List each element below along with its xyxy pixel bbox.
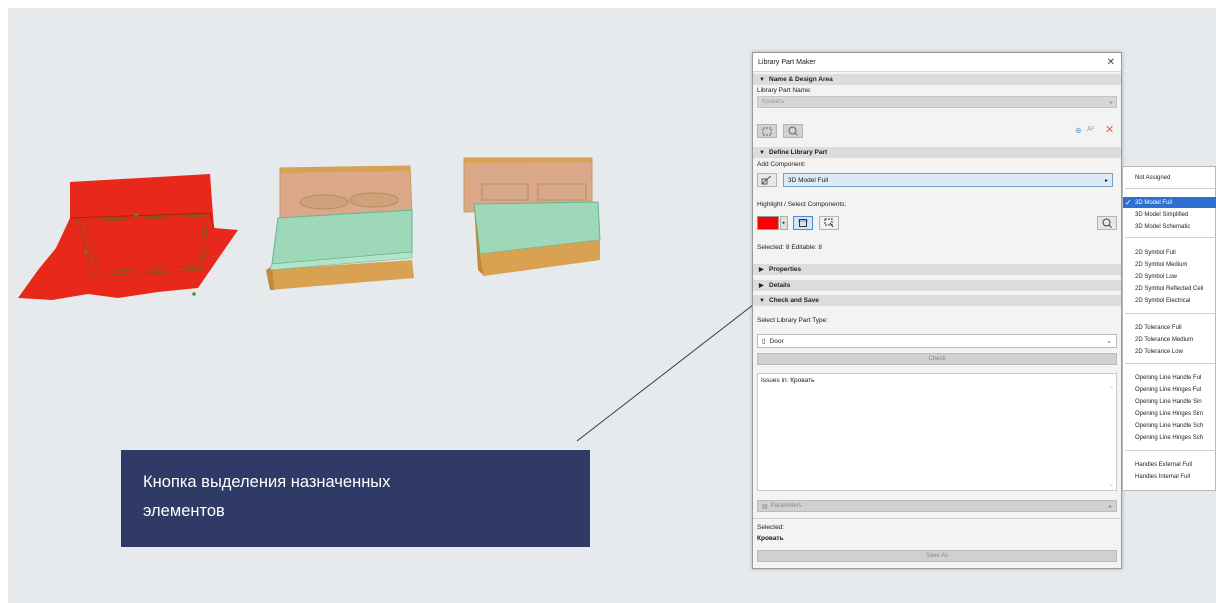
bed-blocks-model[interactable]	[463, 157, 601, 276]
dropdown-item[interactable]: 2D Symbol Low	[1123, 271, 1216, 282]
color-dropdown-arrow[interactable]: ▸	[780, 216, 788, 230]
dropdown-item[interactable]: 2D Symbol Full	[1123, 247, 1216, 258]
library-part-type-value: Door	[769, 337, 784, 345]
parameters-icon: ▤	[762, 503, 768, 510]
callout-line-1: Кнопка выделения назначенных	[143, 473, 391, 491]
issues-text: Issues in: Кровать	[761, 377, 815, 384]
checkmark-icon: ✓	[1125, 198, 1132, 207]
dropdown-item[interactable]: 2D Symbol Reflected Ceil	[1123, 283, 1216, 294]
section-check-save[interactable]: ▼ Check and Save	[753, 295, 1121, 306]
chevron-down-icon: ▼	[759, 149, 765, 156]
component-select-value: 3D Model Full	[788, 176, 829, 184]
pick-tool-icon	[761, 175, 772, 185]
dropdown-item[interactable]: Opening Line Handle Ful	[1123, 372, 1216, 383]
section-details-label: Details	[769, 282, 791, 289]
parameters-button[interactable]: ▤ Parameters ▸	[757, 500, 1117, 512]
dropdown-item[interactable]: Handles Internal Full	[1123, 471, 1216, 482]
section-define[interactable]: ▼ Define Library Part	[753, 147, 1121, 158]
cursor-select-icon	[824, 218, 834, 228]
scroll-up-icon[interactable]: ⌃	[1109, 386, 1114, 393]
dropdown-item[interactable]: 2D Tolerance Medium	[1123, 334, 1216, 345]
bed-red-model[interactable]	[18, 174, 238, 300]
save-as-button[interactable]: Save As	[757, 550, 1117, 562]
select-type-label: Select Library Part Type:	[757, 317, 829, 324]
dialog-titlebar: Library Part Maker ✕	[753, 53, 1121, 72]
callout-line-2: элементов	[143, 502, 225, 520]
selection-frame-icon	[798, 219, 808, 227]
library-part-maker-dialog: Library Part Maker ✕ ▼ Name & Design Are…	[752, 52, 1122, 569]
separator	[1125, 363, 1216, 364]
dropdown-item-label: 3D Model Full	[1135, 199, 1173, 206]
add-component-tool-button[interactable]	[757, 173, 777, 187]
component-dropdown-list[interactable]: Not Assigned ✓ 3D Model Full 3D Model Si…	[1122, 166, 1216, 491]
dropdown-item[interactable]: Opening Line Handle Sch	[1123, 420, 1216, 431]
chevron-right-icon: ▶	[759, 267, 764, 273]
bed-pillows-model[interactable]	[266, 165, 414, 290]
chevron-down-icon: ⌄	[1106, 338, 1112, 345]
separator	[1125, 450, 1216, 451]
font-size-icon[interactable]: A²	[1087, 126, 1094, 133]
library-part-type-select[interactable]: ▯ Door ⌄	[757, 334, 1117, 348]
close-icon[interactable]: ✕	[1107, 57, 1115, 68]
add-component-label: Add Component:	[757, 161, 806, 168]
zoom-button-top[interactable]	[783, 124, 803, 138]
section-properties[interactable]: ▶ Properties	[753, 264, 1121, 275]
dropdown-item[interactable]: 3D Model Simplified	[1123, 209, 1216, 220]
chevron-down-icon: ▼	[759, 297, 765, 304]
separator	[1125, 188, 1216, 189]
dropdown-item-selected[interactable]: ✓ 3D Model Full	[1123, 197, 1216, 208]
dropdown-item[interactable]: 2D Symbol Medium	[1123, 259, 1216, 270]
selected-label: Selected:	[757, 524, 785, 531]
marquee-tool-button[interactable]	[757, 124, 777, 138]
dropdown-item[interactable]: 2D Symbol Electrical	[1123, 295, 1216, 306]
dialog-title: Library Part Maker	[758, 58, 816, 66]
door-icon: ▯	[762, 338, 766, 345]
chevron-down-icon: ▼	[759, 76, 765, 83]
library-part-name-value: Кровать	[762, 99, 785, 105]
highlight-color-swatch[interactable]	[757, 216, 779, 230]
zoom-icon	[788, 126, 798, 136]
dropdown-item[interactable]: Opening Line Hinges Sim	[1123, 408, 1216, 419]
add-circle-icon[interactable]: ⊕	[1075, 126, 1082, 135]
dropdown-item[interactable]: 2D Tolerance Full	[1123, 322, 1216, 333]
chevron-right-icon: ▸	[1108, 503, 1112, 510]
section-properties-label: Properties	[769, 266, 802, 273]
dropdown-item[interactable]: Opening Line Hinges Ful	[1123, 384, 1216, 395]
select-components-button[interactable]	[819, 216, 839, 230]
scroll-down-icon[interactable]: ⌄	[1109, 481, 1114, 488]
section-check-save-label: Check and Save	[769, 297, 819, 304]
library-part-name-label: Library Part Name:	[757, 87, 812, 94]
zoom-icon	[1102, 218, 1112, 228]
dropdown-item[interactable]: Not Assigned	[1123, 172, 1216, 183]
divider	[753, 518, 1121, 519]
chevron-right-icon: ▸	[1104, 177, 1108, 184]
parameters-button-label: Parameters	[770, 503, 802, 509]
section-name-design[interactable]: ▼ Name & Design Area	[753, 74, 1121, 85]
issues-textarea[interactable]: Issues in: Кровать ⌃ ⌄	[757, 373, 1117, 491]
highlight-assigned-button[interactable]	[793, 216, 813, 230]
component-select[interactable]: 3D Model Full ▸	[783, 173, 1113, 187]
section-name-design-label: Name & Design Area	[769, 76, 833, 83]
marquee-icon	[762, 127, 772, 135]
selected-value: Кровать	[757, 535, 784, 542]
dropdown-item[interactable]: 3D Model Schematic	[1123, 221, 1216, 232]
dropdown-item[interactable]: Opening Line Hinges Sch	[1123, 432, 1216, 443]
chevron-right-icon: ▶	[759, 283, 764, 289]
chevron-right-icon: ▸	[1109, 99, 1113, 106]
dropdown-item[interactable]: 2D Tolerance Low	[1123, 346, 1216, 357]
separator	[1125, 313, 1216, 314]
section-details[interactable]: ▶ Details	[753, 280, 1121, 291]
dropdown-item[interactable]: Handles External Full	[1123, 459, 1216, 470]
callout-box: Кнопка выделения назначенных элементов	[121, 450, 590, 547]
delete-icon[interactable]: ✕	[1105, 123, 1114, 136]
check-button[interactable]: Check	[757, 353, 1117, 365]
library-part-name-field[interactable]: Кровать ▸	[757, 96, 1117, 108]
zoom-button[interactable]	[1097, 216, 1117, 230]
separator	[1125, 237, 1216, 238]
highlight-label: Highlight / Select Components:	[757, 201, 847, 208]
section-define-label: Define Library Part	[769, 149, 828, 156]
selected-editable-count: Selected: 8 Editable: 8	[757, 244, 823, 251]
dropdown-item[interactable]: Opening Line Handle Sin	[1123, 396, 1216, 407]
